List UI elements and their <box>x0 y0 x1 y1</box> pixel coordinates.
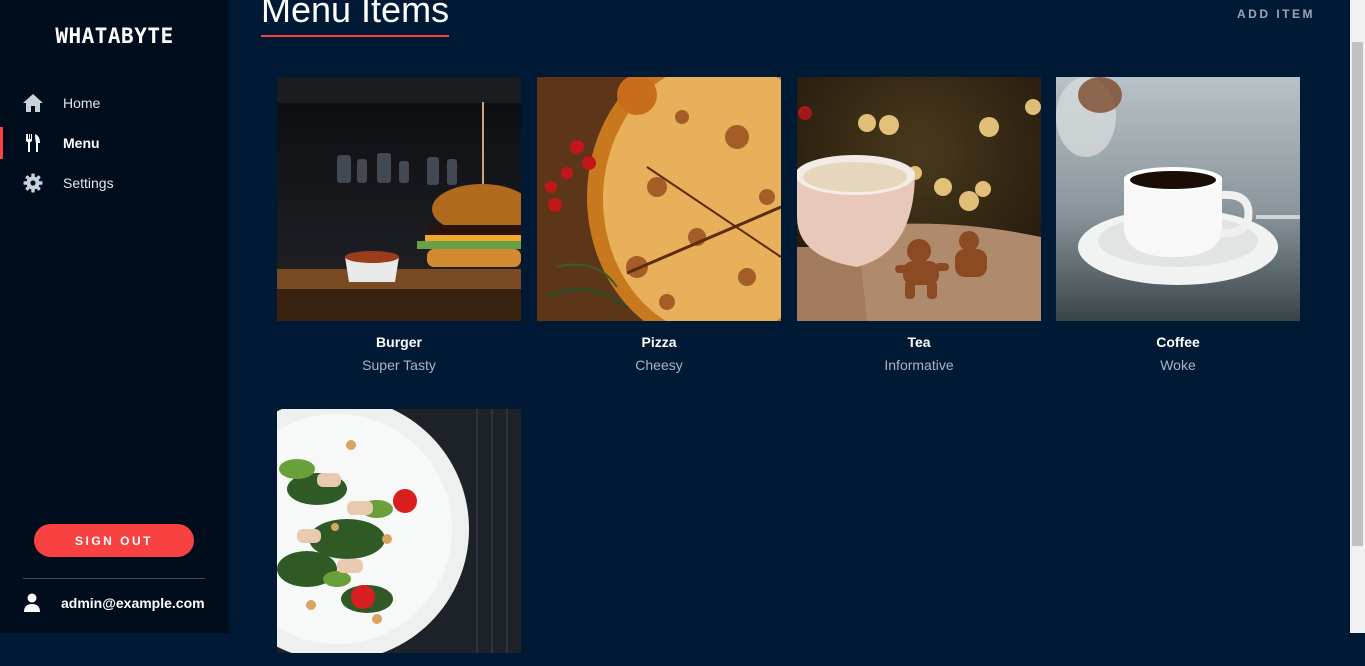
sidebar-item-menu[interactable]: Menu <box>0 123 229 163</box>
menu-item-description: Cheesy <box>635 357 683 373</box>
menu-item-name: Pizza <box>641 334 677 350</box>
menu-item-card[interactable]: Tea Informative <box>797 77 1041 373</box>
menu-item-name: Coffee <box>1156 334 1200 350</box>
user-profile: admin@example.com <box>22 592 205 614</box>
vertical-scrollbar[interactable] <box>1350 0 1365 633</box>
coffee-photo <box>1056 77 1300 321</box>
sidebar-nav: Home Menu Settings <box>0 83 229 203</box>
sidebar-divider <box>23 578 205 579</box>
menu-item-name: Tea <box>907 334 931 350</box>
menu-item-description: Informative <box>884 357 954 373</box>
salad-photo <box>277 409 521 653</box>
sidebar-item-home[interactable]: Home <box>0 83 229 123</box>
pizza-photo <box>537 77 781 321</box>
menu-item-name: Burger <box>376 334 422 350</box>
menu-item-card[interactable] <box>277 409 521 666</box>
menu-item-card[interactable]: Burger Super Tasty <box>277 77 521 373</box>
menu-item-card[interactable]: Coffee Woke <box>1056 77 1300 373</box>
sidebar-item-label: Menu <box>63 135 100 151</box>
menu-item-description: Woke <box>1160 357 1196 373</box>
scrollbar-thumb[interactable] <box>1352 42 1363 546</box>
tea-photo <box>797 77 1041 321</box>
user-email: admin@example.com <box>61 595 205 611</box>
user-icon <box>22 592 42 614</box>
sidebar-item-label: Home <box>63 95 101 111</box>
home-icon <box>22 92 44 114</box>
burger-photo <box>277 77 521 321</box>
menu-item-description: Super Tasty <box>362 357 436 373</box>
page-title: Menu Items <box>261 0 450 37</box>
menu-item-card[interactable]: Pizza Cheesy <box>537 77 781 373</box>
utensils-icon <box>22 132 44 154</box>
add-item-button[interactable]: ADD ITEM <box>1237 7 1315 21</box>
sidebar: WHATABYTE Home Menu Settings SIGN OUT ad… <box>0 0 229 633</box>
sign-out-button[interactable]: SIGN OUT <box>34 524 194 557</box>
brand-logo[interactable]: WHATABYTE <box>0 24 229 48</box>
sidebar-item-settings[interactable]: Settings <box>0 163 229 203</box>
sidebar-item-label: Settings <box>63 175 114 191</box>
gear-icon <box>22 172 44 194</box>
